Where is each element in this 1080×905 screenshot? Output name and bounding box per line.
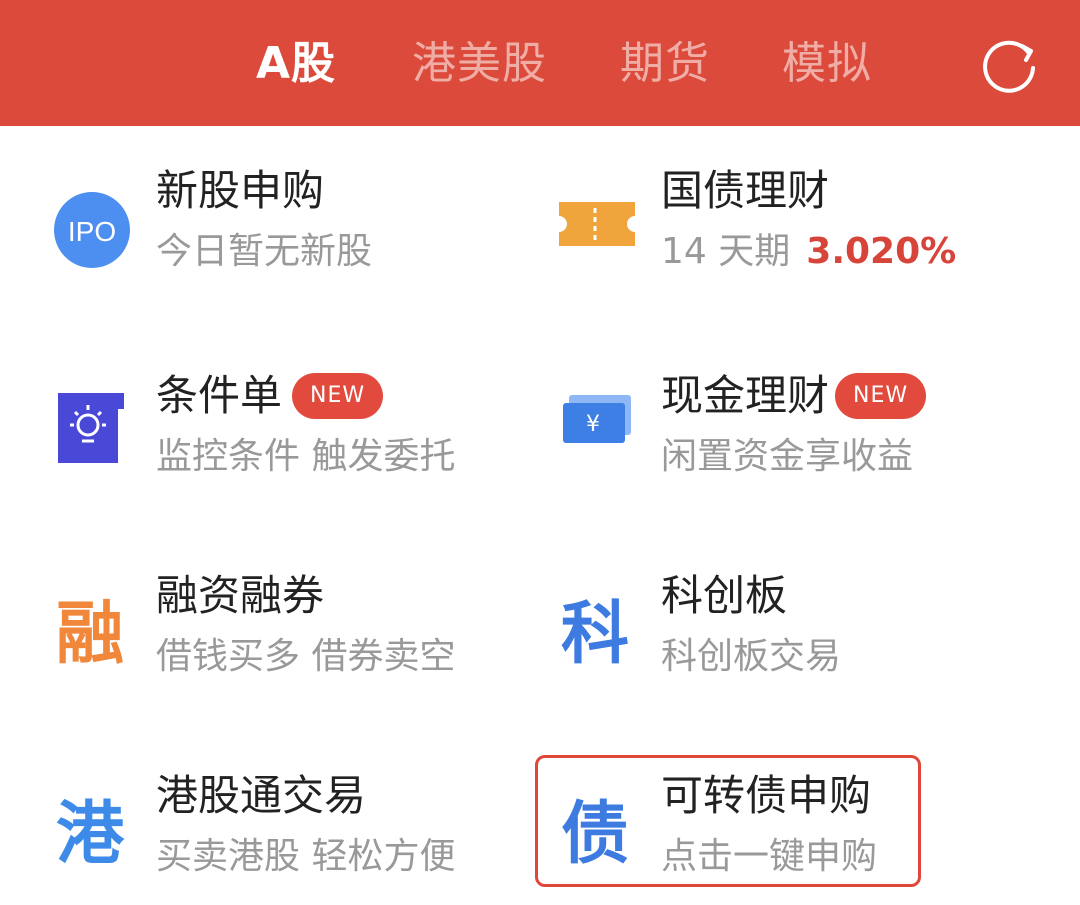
menu-item-ipo-subscription[interactable]: IPO 新股申购 今日暂无新股 [40,150,520,300]
yen-card-icon: ¥ [563,395,631,443]
new-badge: NEW [292,373,384,419]
item-title: 条件单 [156,371,283,420]
refresh-icon[interactable] [976,32,1042,98]
lightbulb-icon [58,393,124,463]
rate-value: 3.020% [806,231,957,272]
item-subtitle: 借钱买多 借券卖空 [156,636,456,677]
ke-glyph-icon: 科 [560,595,629,674]
svg-text:IPO: IPO [68,216,116,247]
item-title: 港股通交易 [156,771,367,820]
item-subtitle: 科创板交易 [661,636,842,677]
menu-item-convertible-bond[interactable]: 债 可转债申购 点击一键申购 [545,755,1025,905]
item-subtitle: 点击一键申购 [661,836,878,877]
new-badge: NEW [835,373,927,419]
item-title: 新股申购 [156,166,325,215]
tab-futures[interactable]: 期货 [620,36,710,92]
term-label: 14 天期 [661,231,791,272]
item-subtitle: 14 天期 3.020% [661,228,956,276]
top-tab-bar: A股 港美股 期货 模拟 [0,0,1080,126]
menu-item-hk-connect[interactable]: 港 港股通交易 买卖港股 轻松方便 [40,755,520,905]
ipo-icon: IPO [54,192,130,268]
item-subtitle: 买卖港股 轻松方便 [156,836,456,877]
menu-item-margin-trading[interactable]: 融 融资融券 借钱买多 借券卖空 [40,555,520,705]
item-title: 现金理财 [661,371,830,420]
ticket-icon [559,202,635,246]
svg-text:¥: ¥ [586,412,600,437]
item-subtitle: 今日暂无新股 [156,231,373,272]
tab-hk-us-stocks[interactable]: 港美股 [412,36,547,92]
item-subtitle: 闲置资金享收益 [661,436,914,477]
item-title: 可转债申购 [661,771,872,820]
item-title: 科创板 [661,571,788,620]
gang-glyph-icon: 港 [55,795,124,874]
item-title: 融资融券 [156,571,325,620]
zhai-glyph-icon: 债 [560,795,629,874]
item-subtitle: 监控条件 触发委托 [156,436,456,477]
tab-simulation[interactable]: 模拟 [782,36,872,92]
tab-a-shares[interactable]: A股 [256,36,336,92]
menu-item-star-board[interactable]: 科 科创板 科创板交易 [545,555,1025,705]
menu-item-conditional-order[interactable]: 条件单 NEW 监控条件 触发委托 [40,355,520,505]
rong-glyph-icon: 融 [55,595,124,674]
menu-item-cash-management[interactable]: ¥ 现金理财 NEW 闲置资金享收益 [545,355,1025,505]
item-title: 国债理财 [661,166,830,215]
menu-item-treasury-finance[interactable]: 国债理财 14 天期 3.020% [545,150,1025,300]
